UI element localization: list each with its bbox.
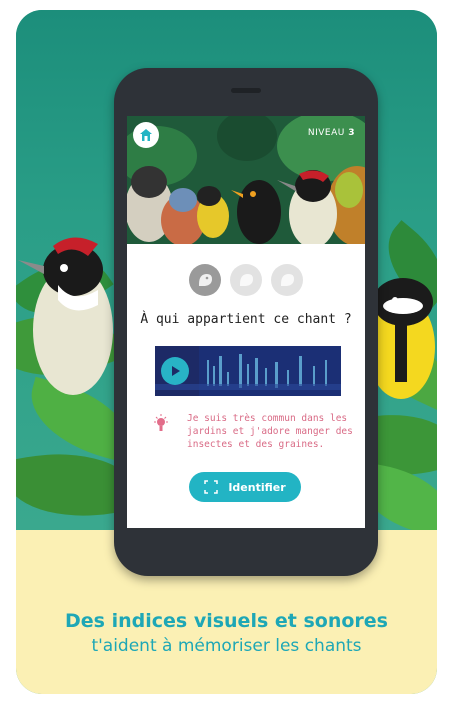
question-title: À qui appartient ce chant ? [140, 312, 352, 327]
app-screen: NIVEAU 3 À qui appartient ce chant ? Je … [127, 116, 365, 528]
hint-button-3[interactable] [271, 264, 303, 296]
caption-line-1: Des indices visuels et sonores [65, 610, 388, 632]
play-icon [172, 366, 180, 376]
phone-speaker [231, 88, 261, 93]
hint-text: Je suis très commun dans les jardins et … [187, 413, 353, 450]
bird-head-icon [281, 274, 294, 286]
bird-head-icon [240, 274, 253, 286]
level-label: NIVEAU [307, 128, 345, 138]
lightbulb-icon [154, 414, 168, 431]
hint-button-2[interactable] [230, 264, 262, 296]
audio-player [155, 346, 341, 396]
phone-mockup: NIVEAU 3 À qui appartient ce chant ? Je … [114, 68, 378, 576]
identify-label: Identifier [228, 480, 286, 494]
hero-illustration: NIVEAU 3 [127, 116, 365, 244]
hint-button-1[interactable] [189, 264, 221, 296]
promo-card: NIVEAU 3 À qui appartient ce chant ? Je … [16, 10, 437, 694]
scan-frame-icon [204, 480, 219, 494]
identify-button[interactable]: Identifier [189, 472, 301, 502]
home-button[interactable] [133, 122, 159, 148]
home-icon [140, 129, 152, 141]
play-button[interactable] [161, 357, 189, 385]
level-indicator: NIVEAU 3 [308, 128, 355, 138]
hint-selector [127, 264, 365, 296]
woodpecker-illustration [18, 237, 113, 395]
level-number: 3 [348, 128, 355, 138]
promo-caption: Des indices visuels et sonores t'aident … [16, 610, 437, 656]
caption-line-2: t'aident à mémoriser les chants [91, 636, 362, 656]
bird-head-icon [199, 274, 212, 286]
